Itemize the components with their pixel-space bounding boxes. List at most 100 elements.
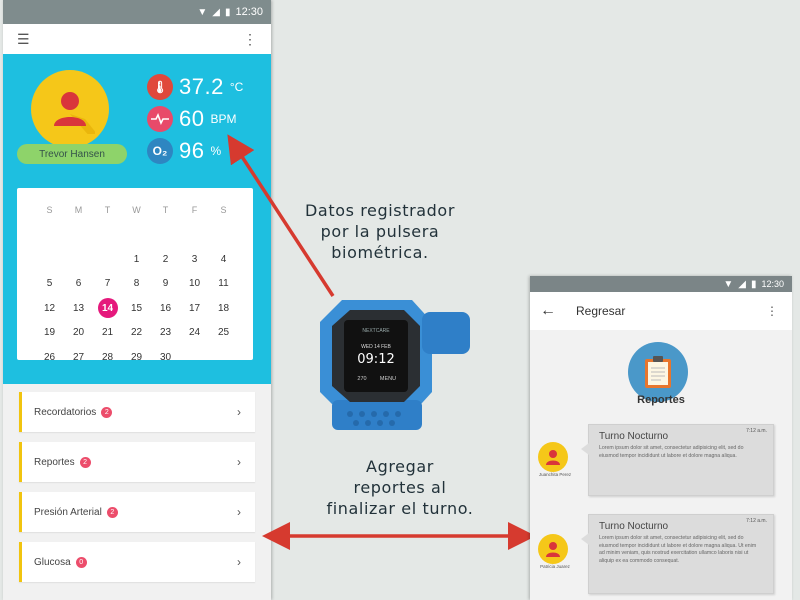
signal-icon: ◢ [212, 6, 220, 18]
watch-menu-label: MENU [380, 376, 396, 382]
status-bar: ▼ ◢ ▮ 12:30 [530, 276, 792, 292]
signal-icon: ◢ [738, 278, 746, 290]
calendar-day[interactable]: 16 [151, 296, 180, 321]
calendar-day [93, 223, 122, 248]
weekday-header: S [220, 205, 227, 216]
calendar-day[interactable]: 10 [180, 272, 209, 297]
calendar-day [151, 223, 180, 248]
menu-item-reportes[interactable]: Reportes 2 › [19, 442, 255, 482]
report-card[interactable]: 7:12 a.m. Turno Nocturno Lorem ipsum dol… [581, 514, 774, 594]
chevron-right-icon: › [237, 455, 241, 469]
calendar-day[interactable]: 25 [209, 321, 238, 346]
menu-item-glucosa[interactable]: Glucosa 0 › [19, 542, 255, 582]
calendar-day[interactable]: 7 [93, 272, 122, 297]
count-badge: 2 [106, 506, 118, 518]
watch-time: 09:12 [357, 352, 394, 367]
calendar-day[interactable]: 24 [180, 321, 209, 346]
calendar-day[interactable]: 22 [122, 321, 151, 346]
app-bar: ← Regresar ⋮ [530, 292, 792, 330]
weekday-header: M [74, 205, 83, 216]
calendar-day [122, 223, 151, 248]
weekday-header: W [132, 205, 141, 216]
calendar-day [209, 223, 238, 248]
watch-steps: 270 [357, 376, 366, 382]
calendar-day[interactable]: 14 [93, 296, 122, 321]
status-time: 12:30 [235, 6, 263, 18]
chevron-right-icon: › [237, 555, 241, 569]
calendar-day [64, 223, 93, 248]
patient-name-label: Trevor Hansen [17, 144, 127, 164]
calendar-day[interactable]: 21 [93, 321, 122, 346]
weekday-header: S [46, 205, 53, 216]
menu-item-recordatorios[interactable]: Recordatorios 2 › [19, 392, 255, 432]
calendar-day[interactable]: 29 [122, 345, 151, 370]
right-phone-screen: ▼ ◢ ▮ 12:30 ← Regresar ⋮ Reportes Juanch… [530, 276, 792, 600]
calendar-day [35, 223, 64, 248]
calendar-day[interactable]: 1 [122, 247, 151, 272]
wifi-icon: ▼ [197, 6, 208, 18]
calendar-day[interactable]: 5 [35, 272, 64, 297]
caption-add-reports: Agregar reportes al finalizar el turno. [326, 457, 474, 518]
calendar-day[interactable]: 23 [151, 321, 180, 346]
menu-list: Recordatorios 2 › Reportes 2 › Presión Art… [19, 392, 255, 592]
calendar-day[interactable]: 30 [151, 345, 180, 370]
chevron-right-icon: › [237, 505, 241, 519]
watch-date: WED 14 FEB [361, 344, 391, 350]
calendar-day[interactable]: 18 [209, 296, 238, 321]
calendar-day[interactable]: 17 [180, 296, 209, 321]
count-badge: 0 [75, 556, 87, 568]
status-bar: ▼ ◢ ▮ 12:30 [3, 0, 271, 24]
calendar-day[interactable]: 27 [64, 345, 93, 370]
calendar-day[interactable]: 3 [180, 247, 209, 272]
patient-summary-panel: Trevor Hansen 🌡 37.2 °C 60 BPM O₂ 96% S M T W… [3, 54, 271, 384]
thermometer-icon: 🌡 [147, 74, 173, 100]
calendar-day[interactable]: 20 [64, 321, 93, 346]
biometric-watch-image: NEXTCARE WED 14 FEB 09:12 270 MENU [320, 300, 470, 430]
calendar-day[interactable]: 11 [209, 272, 238, 297]
author-avatar [538, 534, 568, 564]
calendar-day[interactable]: 26 [35, 345, 64, 370]
calendar-day [93, 247, 122, 272]
section-title: Reportes [637, 394, 685, 406]
back-arrow-icon[interactable]: ← [540, 302, 556, 320]
user-icon [546, 450, 560, 465]
watch-brand: NEXTCARE [362, 328, 390, 334]
calendar-day[interactable]: 19 [35, 321, 64, 346]
battery-icon: ▮ [750, 278, 757, 290]
wifi-icon: ▼ [723, 278, 734, 290]
calendar-day [35, 247, 64, 272]
calendar-day[interactable]: 12 [35, 296, 64, 321]
calendar-day-today[interactable]: 14 [97, 298, 118, 319]
calendar-day[interactable]: 15 [122, 296, 151, 321]
hamburger-menu-icon[interactable]: ☰ [17, 31, 30, 48]
calendar-day[interactable]: 13 [64, 296, 93, 321]
weekday-header: T [104, 205, 111, 216]
menu-item-presion-arterial[interactable]: Presión Arterial 2 › [19, 492, 255, 532]
patient-avatar [31, 70, 109, 148]
clipboard-icon [628, 342, 688, 402]
calendar-day[interactable]: 2 [151, 247, 180, 272]
report-card[interactable]: 7:12 a.m. Turno Nocturno Lorem ipsum dol… [581, 424, 774, 496]
calendar-day[interactable]: 28 [93, 345, 122, 370]
more-options-icon[interactable]: ⋮ [766, 304, 778, 318]
more-options-icon[interactable]: ⋮ [243, 31, 257, 48]
caption-biometric-data: Datos registrador por la pulsera biométr… [305, 201, 455, 262]
report-body: Lorem ipsum dolor sit amet, consectetur … [599, 445, 744, 459]
report-time: 7:12 a.m. [746, 428, 767, 434]
oxygen-vital: O₂ 96% [147, 138, 221, 164]
menu-item-label: Presión Arterial [34, 506, 102, 518]
heart-rate-vital: 60 BPM [147, 106, 237, 132]
weekday-header: F [191, 205, 198, 216]
report-time: 7:12 a.m. [746, 518, 767, 524]
menu-item-label: Recordatorios [34, 406, 97, 418]
calendar: S M T W T F S 1 2 3 4 5 6 7 8 9 10 11 12 13 14 15 16 17 18 19 20 21… [17, 188, 253, 363]
calendar-day[interactable]: 4 [209, 247, 238, 272]
calendar-day[interactable]: 6 [64, 272, 93, 297]
calendar-day[interactable]: 8 [122, 272, 151, 297]
calendar-day[interactable]: 9 [151, 272, 180, 297]
calendar-day [209, 345, 238, 370]
back-label[interactable]: Regresar [576, 304, 625, 318]
heart-rate-icon [147, 106, 173, 132]
user-icon [546, 542, 560, 557]
report-title: Turno Nocturno [599, 431, 669, 442]
